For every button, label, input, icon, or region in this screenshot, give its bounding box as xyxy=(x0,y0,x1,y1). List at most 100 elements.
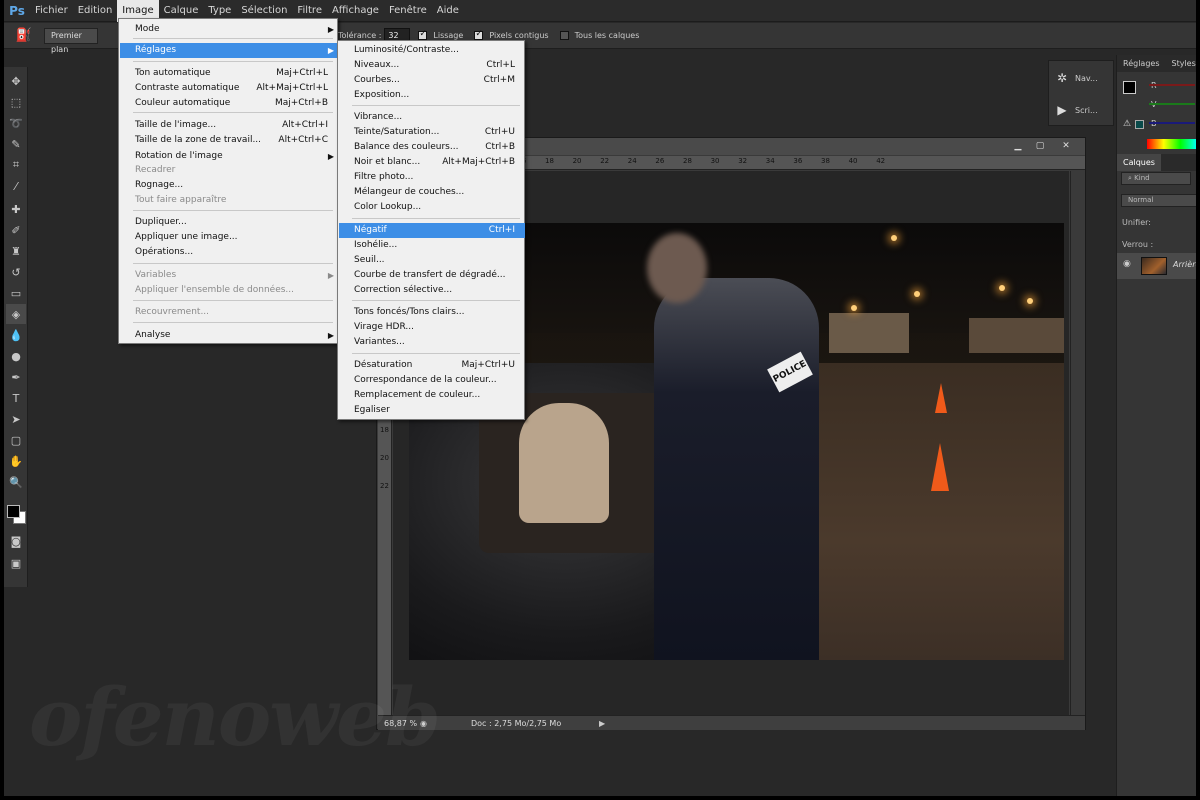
marquee-tool-icon[interactable]: ⬚ xyxy=(6,92,26,112)
tab-styles[interactable]: Styles xyxy=(1166,55,1197,72)
navigator-panel-button[interactable]: ✲ Nav... xyxy=(1049,62,1113,94)
menu-shortcut: Alt+Ctrl+C xyxy=(278,135,328,145)
image-menu-item[interactable]: Taille de la zone de travail... Alt+Ctrl+… xyxy=(120,133,338,148)
color-spectrum[interactable] xyxy=(1147,139,1196,149)
dodge-tool-icon[interactable]: ● xyxy=(6,346,26,366)
brush-tool-icon[interactable]: ✐ xyxy=(6,220,26,240)
reglages-submenu-item[interactable]: Luminosité/Contraste... xyxy=(339,43,525,58)
reglages-submenu-item[interactable]: Filtre photo... xyxy=(339,170,525,185)
red-channel-slider[interactable] xyxy=(1149,84,1195,86)
image-menu-item[interactable]: Opérations... xyxy=(120,245,338,260)
reglages-submenu-item[interactable]: Color Lookup... xyxy=(339,200,525,215)
reglages-submenu-item[interactable]: Vibrance... xyxy=(339,110,525,125)
menu-edition[interactable]: Edition xyxy=(73,0,118,22)
vertical-scrollbar[interactable] xyxy=(1070,171,1085,716)
close-icon[interactable]: ✕ xyxy=(1057,140,1075,153)
lissage-checkbox[interactable] xyxy=(418,29,428,40)
reglages-submenu-item[interactable]: Courbe de transfert de dégradé... xyxy=(339,268,525,283)
screen-mode-icon[interactable]: ▣ xyxy=(6,553,26,573)
photo-road xyxy=(789,363,1064,660)
blend-mode-select[interactable]: Normal xyxy=(1121,194,1196,207)
image-menu-item[interactable]: Appliquer une image... xyxy=(120,230,338,245)
layer-row-background[interactable]: ◉ Arrière xyxy=(1117,253,1196,279)
blue-channel-slider[interactable] xyxy=(1149,122,1195,124)
reglages-submenu-item[interactable]: Courbes... Ctrl+M xyxy=(339,73,525,88)
image-menu-item[interactable]: Analyse ▶ xyxy=(120,328,338,343)
submenu-arrow-icon: ▶ xyxy=(327,331,334,340)
submenu-arrow-icon: ▶ xyxy=(327,46,334,55)
crop-tool-icon[interactable]: ⌗ xyxy=(6,155,26,175)
image-menu-item[interactable]: Contraste automatique Alt+Maj+Ctrl+L xyxy=(120,81,338,96)
shape-tool-icon[interactable]: ▢ xyxy=(6,430,26,450)
reglages-submenu-item[interactable]: Variantes... xyxy=(339,335,525,350)
menu-shortcut: Ctrl+I xyxy=(488,225,515,235)
foreground-color-swatch[interactable] xyxy=(7,505,20,518)
quick-mask-icon[interactable]: ◙ xyxy=(6,531,26,551)
reglages-submenu-item[interactable]: Teinte/Saturation... Ctrl+U xyxy=(339,125,525,140)
eyedropper-tool-icon[interactable]: ⁄ xyxy=(6,176,26,196)
reglages-submenu-item[interactable]: Négatif Ctrl+I xyxy=(339,223,525,238)
document-size-info: Doc : 2,75 Mo/2,75 Mo xyxy=(470,718,562,728)
zoom-tool-icon[interactable]: 🔍 xyxy=(6,472,26,492)
image-menu-item[interactable]: Mode ▶ xyxy=(120,22,338,37)
menu-item-label: Balance des couleurs... xyxy=(354,142,459,152)
maximize-icon[interactable]: ▢ xyxy=(1031,140,1049,153)
menu-fichier[interactable]: Fichier xyxy=(30,0,73,22)
reglages-submenu-item[interactable]: Exposition... xyxy=(339,88,525,103)
reglages-submenu-item[interactable]: Niveaux... Ctrl+L xyxy=(339,58,525,73)
web-color-swatch[interactable] xyxy=(1135,120,1144,129)
clone-stamp-tool-icon[interactable]: ♜ xyxy=(6,241,26,261)
paint-bucket-tool-icon[interactable]: ◈ xyxy=(6,304,26,324)
reglages-submenu-item[interactable]: Mélangeur de couches... xyxy=(339,185,525,200)
color-fg-swatch[interactable] xyxy=(1123,81,1136,94)
pixels-contigus-checkbox[interactable] xyxy=(474,29,484,40)
lasso-tool-icon[interactable]: ➰ xyxy=(6,113,26,133)
reglages-submenu-item[interactable]: Balance des couleurs... Ctrl+B xyxy=(339,140,525,155)
navigator-icon: ✲ xyxy=(1056,71,1068,85)
blur-tool-icon[interactable]: 💧 xyxy=(6,325,26,345)
tous-calques-checkbox[interactable] xyxy=(559,31,569,40)
eye-icon[interactable]: ◉ xyxy=(1123,259,1131,269)
hand-tool-icon[interactable]: ✋ xyxy=(6,451,26,471)
eraser-tool-icon[interactable]: ▭ xyxy=(6,283,26,303)
menu-item-label: Tout faire apparaître xyxy=(135,195,227,205)
reglages-submenu-item[interactable]: Virage HDR... xyxy=(339,320,525,335)
reglages-submenu-item[interactable]: Désaturation Maj+Ctrl+U xyxy=(339,358,525,373)
reglages-submenu-item[interactable]: Noir et blanc... Alt+Maj+Ctrl+B xyxy=(339,155,525,170)
adjustments-panel-tabs: Réglages Styles xyxy=(1117,55,1196,72)
status-menu-arrow-icon[interactable]: ▶ xyxy=(599,719,605,728)
green-channel-slider[interactable] xyxy=(1149,103,1195,105)
healing-brush-tool-icon[interactable]: ✚ xyxy=(6,199,26,219)
reglages-submenu-item[interactable]: Correspondance de la couleur... xyxy=(339,373,525,388)
layer-kind-filter[interactable]: ⌕ Kind xyxy=(1121,172,1191,185)
reglages-submenu-item[interactable]: Isohélie... xyxy=(339,238,525,253)
menu-aide[interactable]: Aide xyxy=(432,0,464,22)
move-tool-icon[interactable]: ✥ xyxy=(6,71,26,91)
menu-item-label: Taille de l'image... xyxy=(135,120,217,130)
image-menu-item[interactable]: Rognage... xyxy=(120,178,338,193)
menu-fenetre[interactable]: Fenêtre xyxy=(384,0,432,22)
tab-calques[interactable]: Calques xyxy=(1117,154,1161,171)
image-menu-item[interactable]: Couleur automatique Maj+Ctrl+B xyxy=(120,96,338,111)
fill-source-select[interactable]: Premier plan xyxy=(44,27,98,54)
reglages-submenu-item[interactable]: Tons foncés/Tons clairs... xyxy=(339,305,525,320)
reglages-submenu-item[interactable]: Seuil... xyxy=(339,253,525,268)
script-panel-button[interactable]: ▶ Scri... xyxy=(1049,94,1113,126)
image-menu-item[interactable]: Dupliquer... xyxy=(120,215,338,230)
reglages-submenu-item[interactable]: Correction sélective... xyxy=(339,283,525,298)
image-menu-item[interactable]: Taille de l'image... Alt+Ctrl+I xyxy=(120,118,338,133)
quick-selection-tool-icon[interactable]: ✎ xyxy=(6,134,26,154)
history-brush-tool-icon[interactable]: ↺ xyxy=(6,262,26,282)
type-tool-icon[interactable]: T xyxy=(6,388,26,408)
minimize-icon[interactable]: ▁ xyxy=(1009,140,1027,153)
reglages-submenu-item[interactable]: Remplacement de couleur... xyxy=(339,388,525,403)
image-menu-item[interactable]: Ton automatique Maj+Ctrl+L xyxy=(120,66,338,81)
menu-item-label: Réglages xyxy=(135,45,177,55)
path-selection-tool-icon[interactable]: ➤ xyxy=(6,409,26,429)
paint-bucket-tool-preset-icon[interactable]: ⛽ xyxy=(4,23,44,49)
image-menu-item[interactable]: Réglages ▶ xyxy=(120,43,338,58)
reglages-submenu-item[interactable]: Egaliser xyxy=(339,403,525,418)
tab-reglages[interactable]: Réglages xyxy=(1117,55,1166,72)
pen-tool-icon[interactable]: ✒ xyxy=(6,367,26,387)
image-menu-item[interactable]: Rotation de l'image ▶ xyxy=(120,149,338,164)
